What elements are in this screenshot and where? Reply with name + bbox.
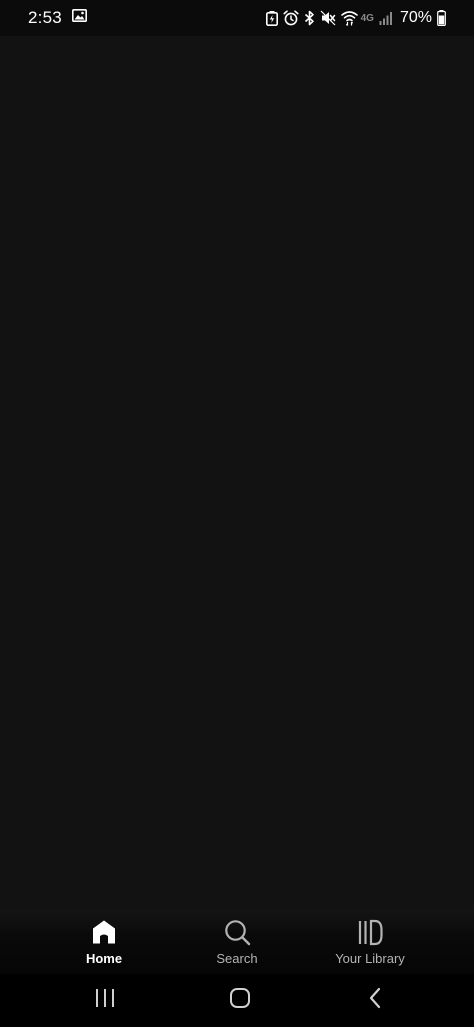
library-icon [356,918,384,946]
back-nav-button[interactable] [360,986,390,1016]
back-icon [367,987,383,1014]
search-icon [223,918,251,946]
battery-icon [437,10,446,26]
home-icon [90,918,118,946]
tab-search[interactable]: Search [175,910,299,974]
network-type-label: 4G [360,12,374,24]
tab-home-label: Home [85,951,123,966]
tab-search-label: Search [216,951,258,966]
battery-percent: 70% [399,9,432,26]
main-content [0,36,474,910]
tab-your-library[interactable]: Your Library [308,910,432,974]
tab-home[interactable]: Home [42,910,166,974]
gallery-icon [71,9,87,27]
status-time: 2:53 [28,8,62,27]
alarm-icon [283,10,299,26]
home-circle-icon [229,987,251,1014]
status-bar: 2:53 4G 70% [0,0,474,36]
wifi-icon [340,10,358,26]
system-nav-bar [0,974,474,1027]
bluetooth-icon [304,10,315,26]
mute-icon [320,10,336,26]
recent-apps-icon [94,988,116,1013]
recent-apps-button[interactable] [90,986,120,1016]
bottom-tab-bar: Home Search Your Library [0,910,474,974]
signal-icon [379,11,393,25]
battery-saver-icon [265,10,278,26]
tab-your-library-label: Your Library [335,951,405,966]
home-nav-button[interactable] [225,986,255,1016]
status-left: 2:53 [28,8,87,28]
status-right: 4G 70% [265,9,446,27]
